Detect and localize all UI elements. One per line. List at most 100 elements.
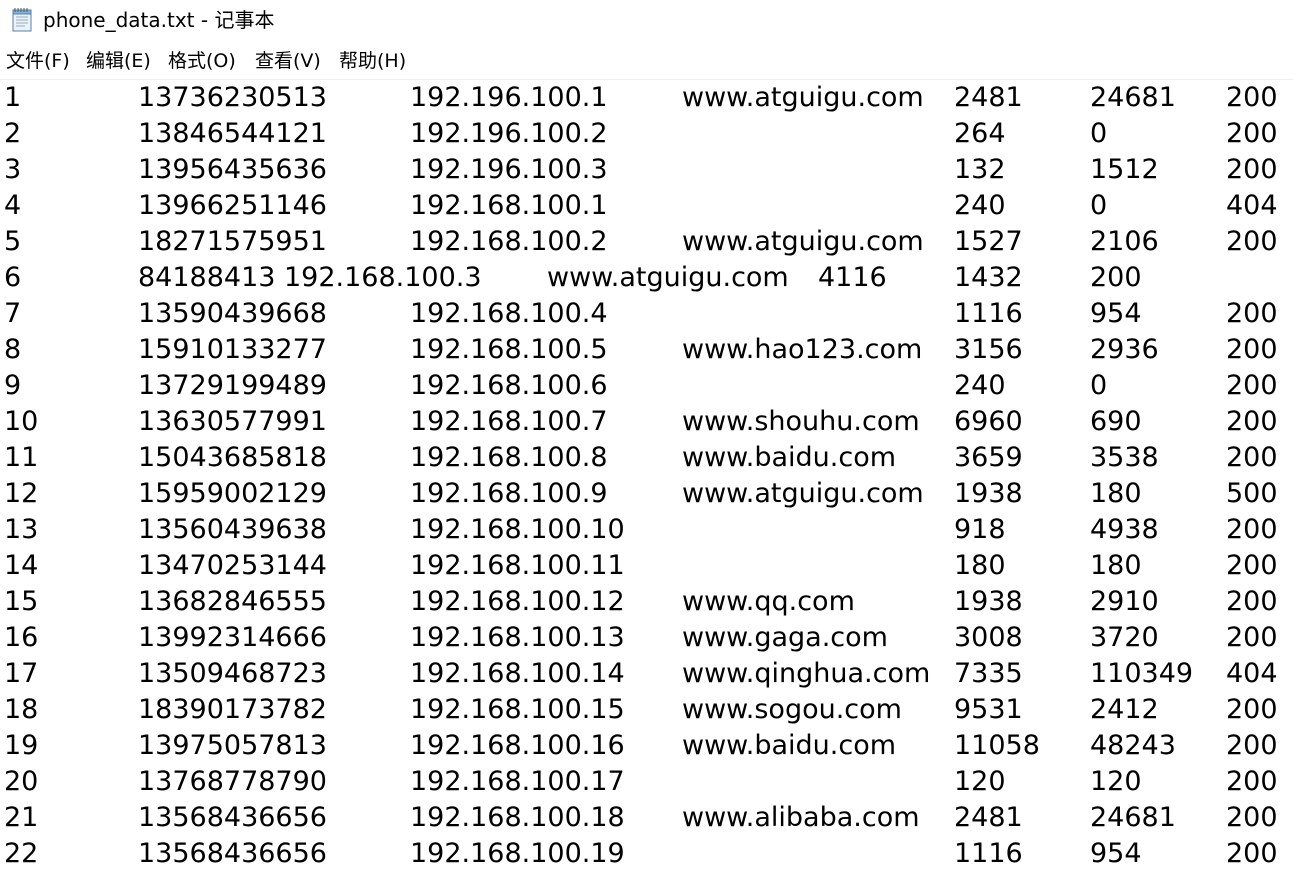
upload-bytes: 1116 bbox=[954, 838, 1023, 869]
ip-address: 192.168.100.18 bbox=[410, 802, 625, 833]
phone-number: 15959002129 bbox=[138, 478, 327, 509]
download-bytes: 180 bbox=[1090, 550, 1142, 581]
status-code: 200 bbox=[1226, 370, 1278, 401]
upload-bytes: 180 bbox=[954, 550, 1006, 581]
status-code: 200 bbox=[1226, 838, 1278, 869]
upload-bytes: 2481 bbox=[954, 802, 1023, 833]
text-line: 19 13975057813 192.168.100.16 www.baidu.… bbox=[0, 728, 1293, 764]
text-line: 12 15959002129 192.168.100.9 www.atguigu… bbox=[0, 476, 1293, 512]
phone-number: 13590439668 bbox=[138, 298, 327, 329]
text-line: 20 13768778790 192.168.100.17 120 120 20… bbox=[0, 764, 1293, 800]
download-bytes: 3538 bbox=[1090, 442, 1159, 473]
upload-bytes: 9531 bbox=[954, 694, 1023, 725]
status-code: 200 bbox=[1226, 802, 1278, 833]
text-line: 7 13590439668 192.168.100.4 1116 954 200 bbox=[0, 296, 1293, 332]
notepad-icon bbox=[12, 8, 32, 32]
status-code: 200 bbox=[1226, 442, 1278, 473]
status-code: 200 bbox=[1226, 298, 1278, 329]
row-number: 9 bbox=[4, 370, 22, 401]
text-line: 3 13956435636 192.196.100.3 132 1512 200 bbox=[0, 152, 1293, 188]
ip-address: 192.168.100.9 bbox=[410, 478, 608, 509]
text-line: 11 15043685818 192.168.100.8 www.baidu.c… bbox=[0, 440, 1293, 476]
menu-file[interactable]: 文件(F) bbox=[6, 49, 70, 73]
upload-bytes: 2481 bbox=[954, 82, 1023, 113]
phone-number: 13956435636 bbox=[138, 154, 327, 185]
row-number: 10 bbox=[4, 406, 39, 437]
row-number: 7 bbox=[4, 298, 22, 329]
text-line: 10 13630577991 192.168.100.7 www.shouhu.… bbox=[0, 404, 1293, 440]
row-number: 8 bbox=[4, 334, 22, 365]
row-number: 18 bbox=[4, 694, 39, 725]
row-number: 4 bbox=[4, 190, 22, 221]
row-number: 6 bbox=[4, 262, 22, 293]
phone-number: 13846544121 bbox=[138, 118, 327, 149]
domain: www.atguigu.com bbox=[682, 226, 924, 257]
row-number: 22 bbox=[4, 838, 39, 869]
text-line: 6 84188413 192.168.100.3 www.atguigu.com… bbox=[0, 260, 1293, 296]
text-line: 9 13729199489 192.168.100.6 240 0 200 bbox=[0, 368, 1293, 404]
menu-edit[interactable]: 编辑(E) bbox=[86, 49, 151, 73]
status-code: 200 bbox=[1090, 262, 1142, 293]
phone-number: 18390173782 bbox=[138, 694, 327, 725]
menu-help[interactable]: 帮助(H) bbox=[339, 49, 406, 73]
upload-bytes: 240 bbox=[954, 370, 1006, 401]
phone-number: 13729199489 bbox=[138, 370, 327, 401]
download-bytes: 2936 bbox=[1090, 334, 1159, 365]
domain: www.atguigu.com bbox=[547, 262, 789, 293]
ip-address: 192.168.100.12 bbox=[410, 586, 625, 617]
ip-address: 192.168.100.17 bbox=[410, 766, 625, 797]
ip-address: 192.168.100.16 bbox=[410, 730, 625, 761]
download-bytes: 0 bbox=[1090, 190, 1108, 221]
domain: www.baidu.com bbox=[682, 730, 897, 761]
ip-address: 192.168.100.6 bbox=[410, 370, 608, 401]
upload-bytes: 3156 bbox=[954, 334, 1023, 365]
row-number: 5 bbox=[4, 226, 22, 257]
upload-bytes: 11058 bbox=[954, 730, 1040, 761]
ip-address: 192.196.100.1 bbox=[410, 82, 608, 113]
ip-address: 192.168.100.14 bbox=[410, 658, 625, 689]
text-line: 2 13846544121 192.196.100.2 264 0 200 bbox=[0, 116, 1293, 152]
upload-bytes: 132 bbox=[954, 154, 1006, 185]
menu-format[interactable]: 格式(O) bbox=[168, 49, 236, 73]
text-line: 8 15910133277 192.168.100.5 www.hao123.c… bbox=[0, 332, 1293, 368]
row-number: 20 bbox=[4, 766, 39, 797]
row-number: 12 bbox=[4, 478, 39, 509]
text-line: 15 13682846555 192.168.100.12 www.qq.com… bbox=[0, 584, 1293, 620]
row-number: 19 bbox=[4, 730, 39, 761]
phone-number: 13682846555 bbox=[138, 586, 327, 617]
upload-bytes: 7335 bbox=[954, 658, 1023, 689]
phone-number: 13470253144 bbox=[138, 550, 327, 581]
domain: www.baidu.com bbox=[682, 442, 897, 473]
row-number: 15 bbox=[4, 586, 39, 617]
phone-number: 13568436656 bbox=[138, 838, 327, 869]
phone-number: 13992314666 bbox=[138, 622, 327, 653]
phone-number: 13768778790 bbox=[138, 766, 327, 797]
upload-bytes: 3659 bbox=[954, 442, 1023, 473]
upload-bytes: 4116 bbox=[818, 262, 887, 293]
text-line: 17 13509468723 192.168.100.14 www.qinghu… bbox=[0, 656, 1293, 692]
row-number: 2 bbox=[4, 118, 22, 149]
status-code: 200 bbox=[1226, 406, 1278, 437]
status-code: 500 bbox=[1226, 478, 1278, 509]
phone-number: 13975057813 bbox=[138, 730, 327, 761]
menu-view[interactable]: 查看(V) bbox=[255, 49, 321, 73]
download-bytes: 2412 bbox=[1090, 694, 1159, 725]
status-code: 200 bbox=[1226, 550, 1278, 581]
ip-address: 192.168.100.4 bbox=[410, 298, 608, 329]
upload-bytes: 1938 bbox=[954, 478, 1023, 509]
ip-address: 192.168.100.15 bbox=[410, 694, 625, 725]
download-bytes: 48243 bbox=[1090, 730, 1176, 761]
upload-bytes: 3008 bbox=[954, 622, 1023, 653]
row-number: 14 bbox=[4, 550, 39, 581]
upload-bytes: 240 bbox=[954, 190, 1006, 221]
menu-bar: 文件(F) 编辑(E) 格式(O) 查看(V) 帮助(H) bbox=[0, 45, 1293, 77]
status-code: 200 bbox=[1226, 154, 1278, 185]
title-bar[interactable]: phone_data.txt - 记事本 bbox=[0, 0, 1293, 40]
row-number: 11 bbox=[4, 442, 39, 473]
row-number: 17 bbox=[4, 658, 39, 689]
text-editor[interactable]: 1 13736230513 192.196.100.1 www.atguigu.… bbox=[0, 80, 1293, 879]
ip-address: 192.168.100.1 bbox=[410, 190, 608, 221]
download-bytes: 110349 bbox=[1090, 658, 1194, 689]
ip-address: 192.168.100.7 bbox=[410, 406, 608, 437]
download-bytes: 954 bbox=[1090, 298, 1142, 329]
